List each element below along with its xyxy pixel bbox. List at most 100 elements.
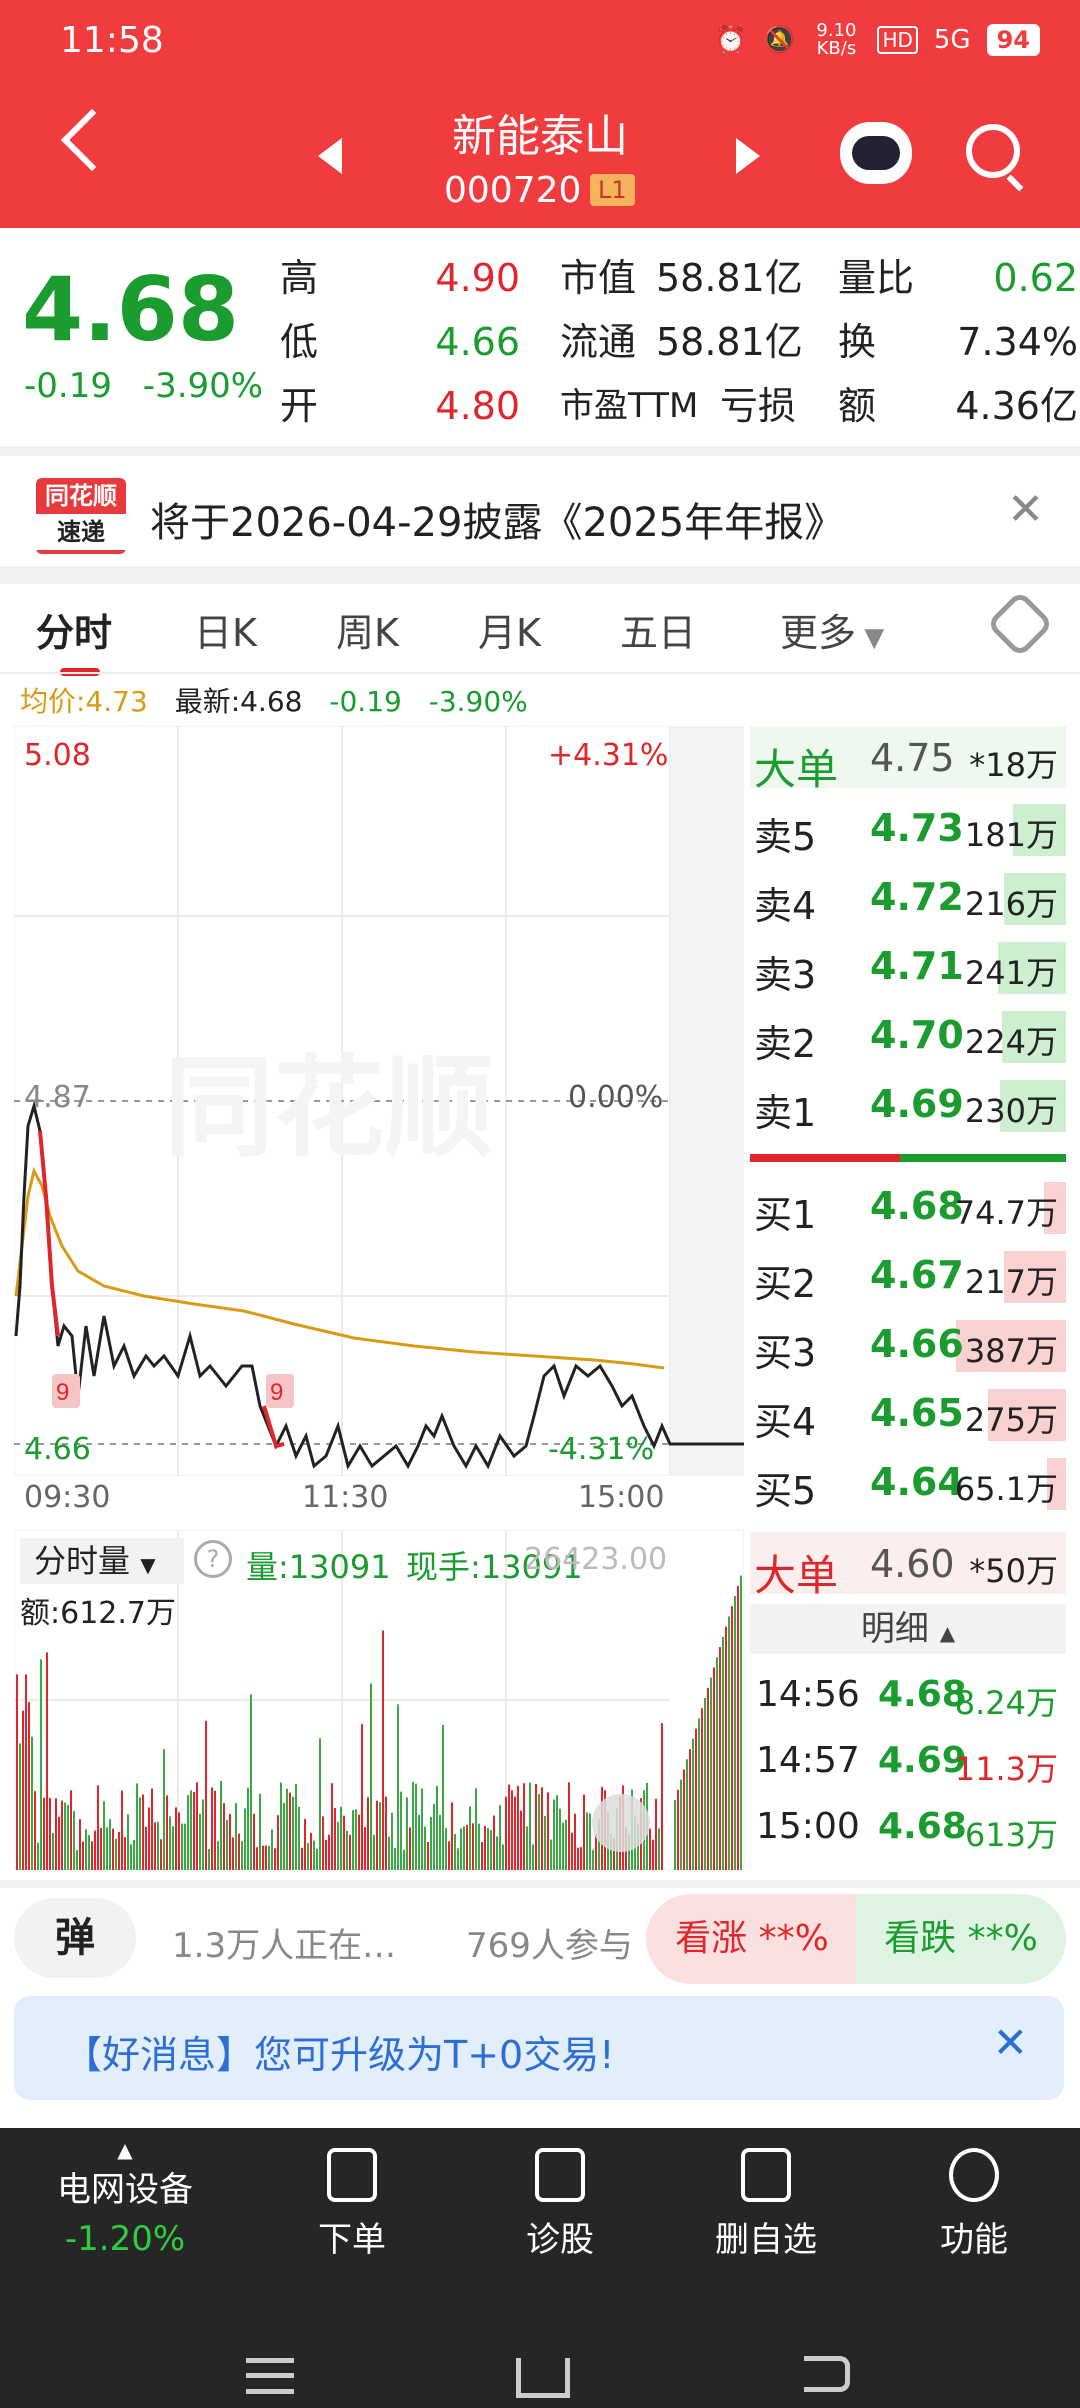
- volume-bar: [713, 1667, 715, 1870]
- volume-chart[interactable]: 分时量 ▼ ? 量:13091 现手:13091 26423.00 额:612.…: [13, 1529, 745, 1871]
- sector-item[interactable]: ▲ 电网设备 -1.20%: [0, 2138, 250, 2259]
- volume-bar: [142, 1794, 144, 1870]
- detail-price: 4.68: [878, 1674, 967, 1715]
- bid-level-row[interactable]: 买2 4.67 217万: [750, 1243, 1066, 1306]
- tab-weekly-k[interactable]: 周K: [336, 602, 399, 657]
- axis-mid-pct: 0.00%: [568, 1080, 664, 1115]
- volume-bar: [376, 1800, 378, 1870]
- volume-bar: [403, 1849, 405, 1870]
- volume-bar: [298, 1806, 300, 1870]
- ask-level-row[interactable]: 卖4 4.72 216万: [750, 865, 1066, 928]
- volume-bar: [478, 1823, 480, 1870]
- detail-header[interactable]: 明细 ▲: [750, 1604, 1066, 1654]
- bid-level-row[interactable]: 买4 4.65 275万: [750, 1381, 1066, 1444]
- bullish-button[interactable]: 看涨 **%: [646, 1894, 858, 1984]
- bid-level-row[interactable]: 买1 4.68 74.7万: [750, 1174, 1066, 1237]
- volume-bar: [460, 1828, 462, 1870]
- volume-bar: [154, 1822, 156, 1870]
- detail-volume: 11.3万: [954, 1750, 1058, 1788]
- close-icon[interactable]: ✕: [993, 2018, 1028, 2067]
- volume-bar: [64, 1802, 66, 1870]
- tab-daily-k[interactable]: 日K: [194, 602, 257, 657]
- volume-bar: [725, 1626, 727, 1870]
- announcement-bar[interactable]: 同花顺 速递 将于2026-04-29披露《2025年年报》 ✕: [0, 466, 1080, 566]
- volume-bar: [391, 1812, 393, 1870]
- ask-level-row[interactable]: 卖3 4.71 241万: [750, 934, 1066, 997]
- level-volume: 275万: [964, 1401, 1058, 1439]
- volume-bar: [178, 1812, 180, 1870]
- ask-level-row[interactable]: 卖1 4.69 230万: [750, 1072, 1066, 1135]
- level-volume: 74.7万: [954, 1194, 1058, 1232]
- tab-more[interactable]: 更多 ▼: [780, 602, 884, 657]
- tab-five-day[interactable]: 五日: [620, 602, 696, 657]
- volume-bar: [199, 1813, 201, 1870]
- volume-bar: [364, 1827, 366, 1870]
- home-icon[interactable]: [516, 2358, 570, 2398]
- trade-detail[interactable]: 明细 ▲ 14:56 4.68 8.24万 14:57 4.69 11.3万 15:00 4.…: [750, 1604, 1066, 1874]
- volume-bar: [52, 1832, 54, 1870]
- expand-icon[interactable]: [592, 1794, 650, 1852]
- volume-bar: [737, 1585, 739, 1870]
- danmaku-toggle[interactable]: 弹: [14, 1898, 136, 1978]
- tab-intraday[interactable]: 分时: [36, 602, 112, 676]
- settings-icon[interactable]: [986, 590, 1054, 658]
- volume-bar: [100, 1827, 102, 1870]
- volume-bar: [274, 1848, 276, 1870]
- volume-bar: [442, 1724, 444, 1870]
- volume-bar: [172, 1826, 174, 1870]
- volume-bar: [445, 1828, 447, 1870]
- robot-assistant-icon[interactable]: [840, 122, 912, 184]
- quote-panel: 4.68 -0.19 -3.90% 高 4.90 低 4.66 开 4.80 市…: [0, 228, 1080, 438]
- next-stock-icon[interactable]: [736, 138, 760, 174]
- ths-news-logo: 同花顺 速递: [36, 478, 126, 554]
- volume-bar: [82, 1841, 84, 1870]
- volume-bar: [220, 1780, 222, 1870]
- bearish-button[interactable]: 看跌 **%: [856, 1894, 1066, 1984]
- change-value: -0.19: [24, 366, 112, 406]
- order-icon: [327, 2148, 377, 2202]
- volume-bar: [40, 1659, 42, 1870]
- chevron-down-icon: ▼: [856, 623, 885, 653]
- volume-bar: [190, 1790, 192, 1870]
- nav-order[interactable]: 下单: [252, 2148, 452, 2261]
- level-price: 4.64: [870, 1460, 964, 1504]
- volume-bar: [427, 1841, 429, 1870]
- axis-mid-price: 4.87: [24, 1080, 91, 1115]
- volume-bar: [325, 1839, 327, 1870]
- bid-level-row[interactable]: 买3 4.66 387万: [750, 1312, 1066, 1375]
- ask-level-row[interactable]: 卖2 4.70 224万: [750, 1003, 1066, 1066]
- intraday-chart[interactable]: 9 9 同花顺 5.08 +4.31% 4.87 0.00% 4.66 -4.3…: [14, 726, 744, 1476]
- back-nav-icon[interactable]: [804, 2356, 850, 2392]
- close-icon[interactable]: ✕: [1007, 484, 1044, 535]
- mcap-value: 58.81亿: [656, 256, 803, 300]
- volume-bar: [307, 1843, 309, 1870]
- level-volume: 216万: [964, 885, 1058, 923]
- promo-banner[interactable]: 【好消息】您可升级为T+0交易! ✕: [14, 1996, 1064, 2100]
- volume-type-select[interactable]: 分时量 ▼: [20, 1538, 184, 1584]
- volume-bar: [731, 1606, 733, 1870]
- volume-bar: [385, 1796, 387, 1870]
- volume-bar: [583, 1794, 585, 1870]
- volume-bar: [574, 1813, 576, 1870]
- nav-functions[interactable]: 功能: [874, 2148, 1074, 2261]
- volume-bar: [241, 1841, 243, 1870]
- time-label: 11:30: [302, 1480, 389, 1515]
- volume-bar: [67, 1804, 69, 1870]
- info-change: -0.19: [329, 685, 402, 718]
- stock-code: 000720: [444, 170, 582, 211]
- search-icon[interactable]: [966, 124, 1020, 178]
- volume-bar: [511, 1790, 513, 1870]
- volume-bar: [722, 1636, 724, 1870]
- nav-remove-label: 删自选: [715, 2220, 817, 2260]
- volume-bar: [334, 1808, 336, 1870]
- divider: [0, 672, 1080, 674]
- nav-diagnose[interactable]: 诊股: [460, 2148, 660, 2261]
- help-icon[interactable]: ?: [194, 1540, 232, 1578]
- tab-monthly-k[interactable]: 月K: [478, 602, 541, 657]
- volume-bar: [28, 1702, 30, 1870]
- menu-icon[interactable]: [246, 2358, 294, 2394]
- bid-level-row[interactable]: 买5 4.64 65.1万: [750, 1450, 1066, 1513]
- nav-remove-watchlist[interactable]: 删自选: [666, 2148, 866, 2261]
- volume-bar: [226, 1819, 228, 1870]
- ask-level-row[interactable]: 卖5 4.73 181万: [750, 796, 1066, 859]
